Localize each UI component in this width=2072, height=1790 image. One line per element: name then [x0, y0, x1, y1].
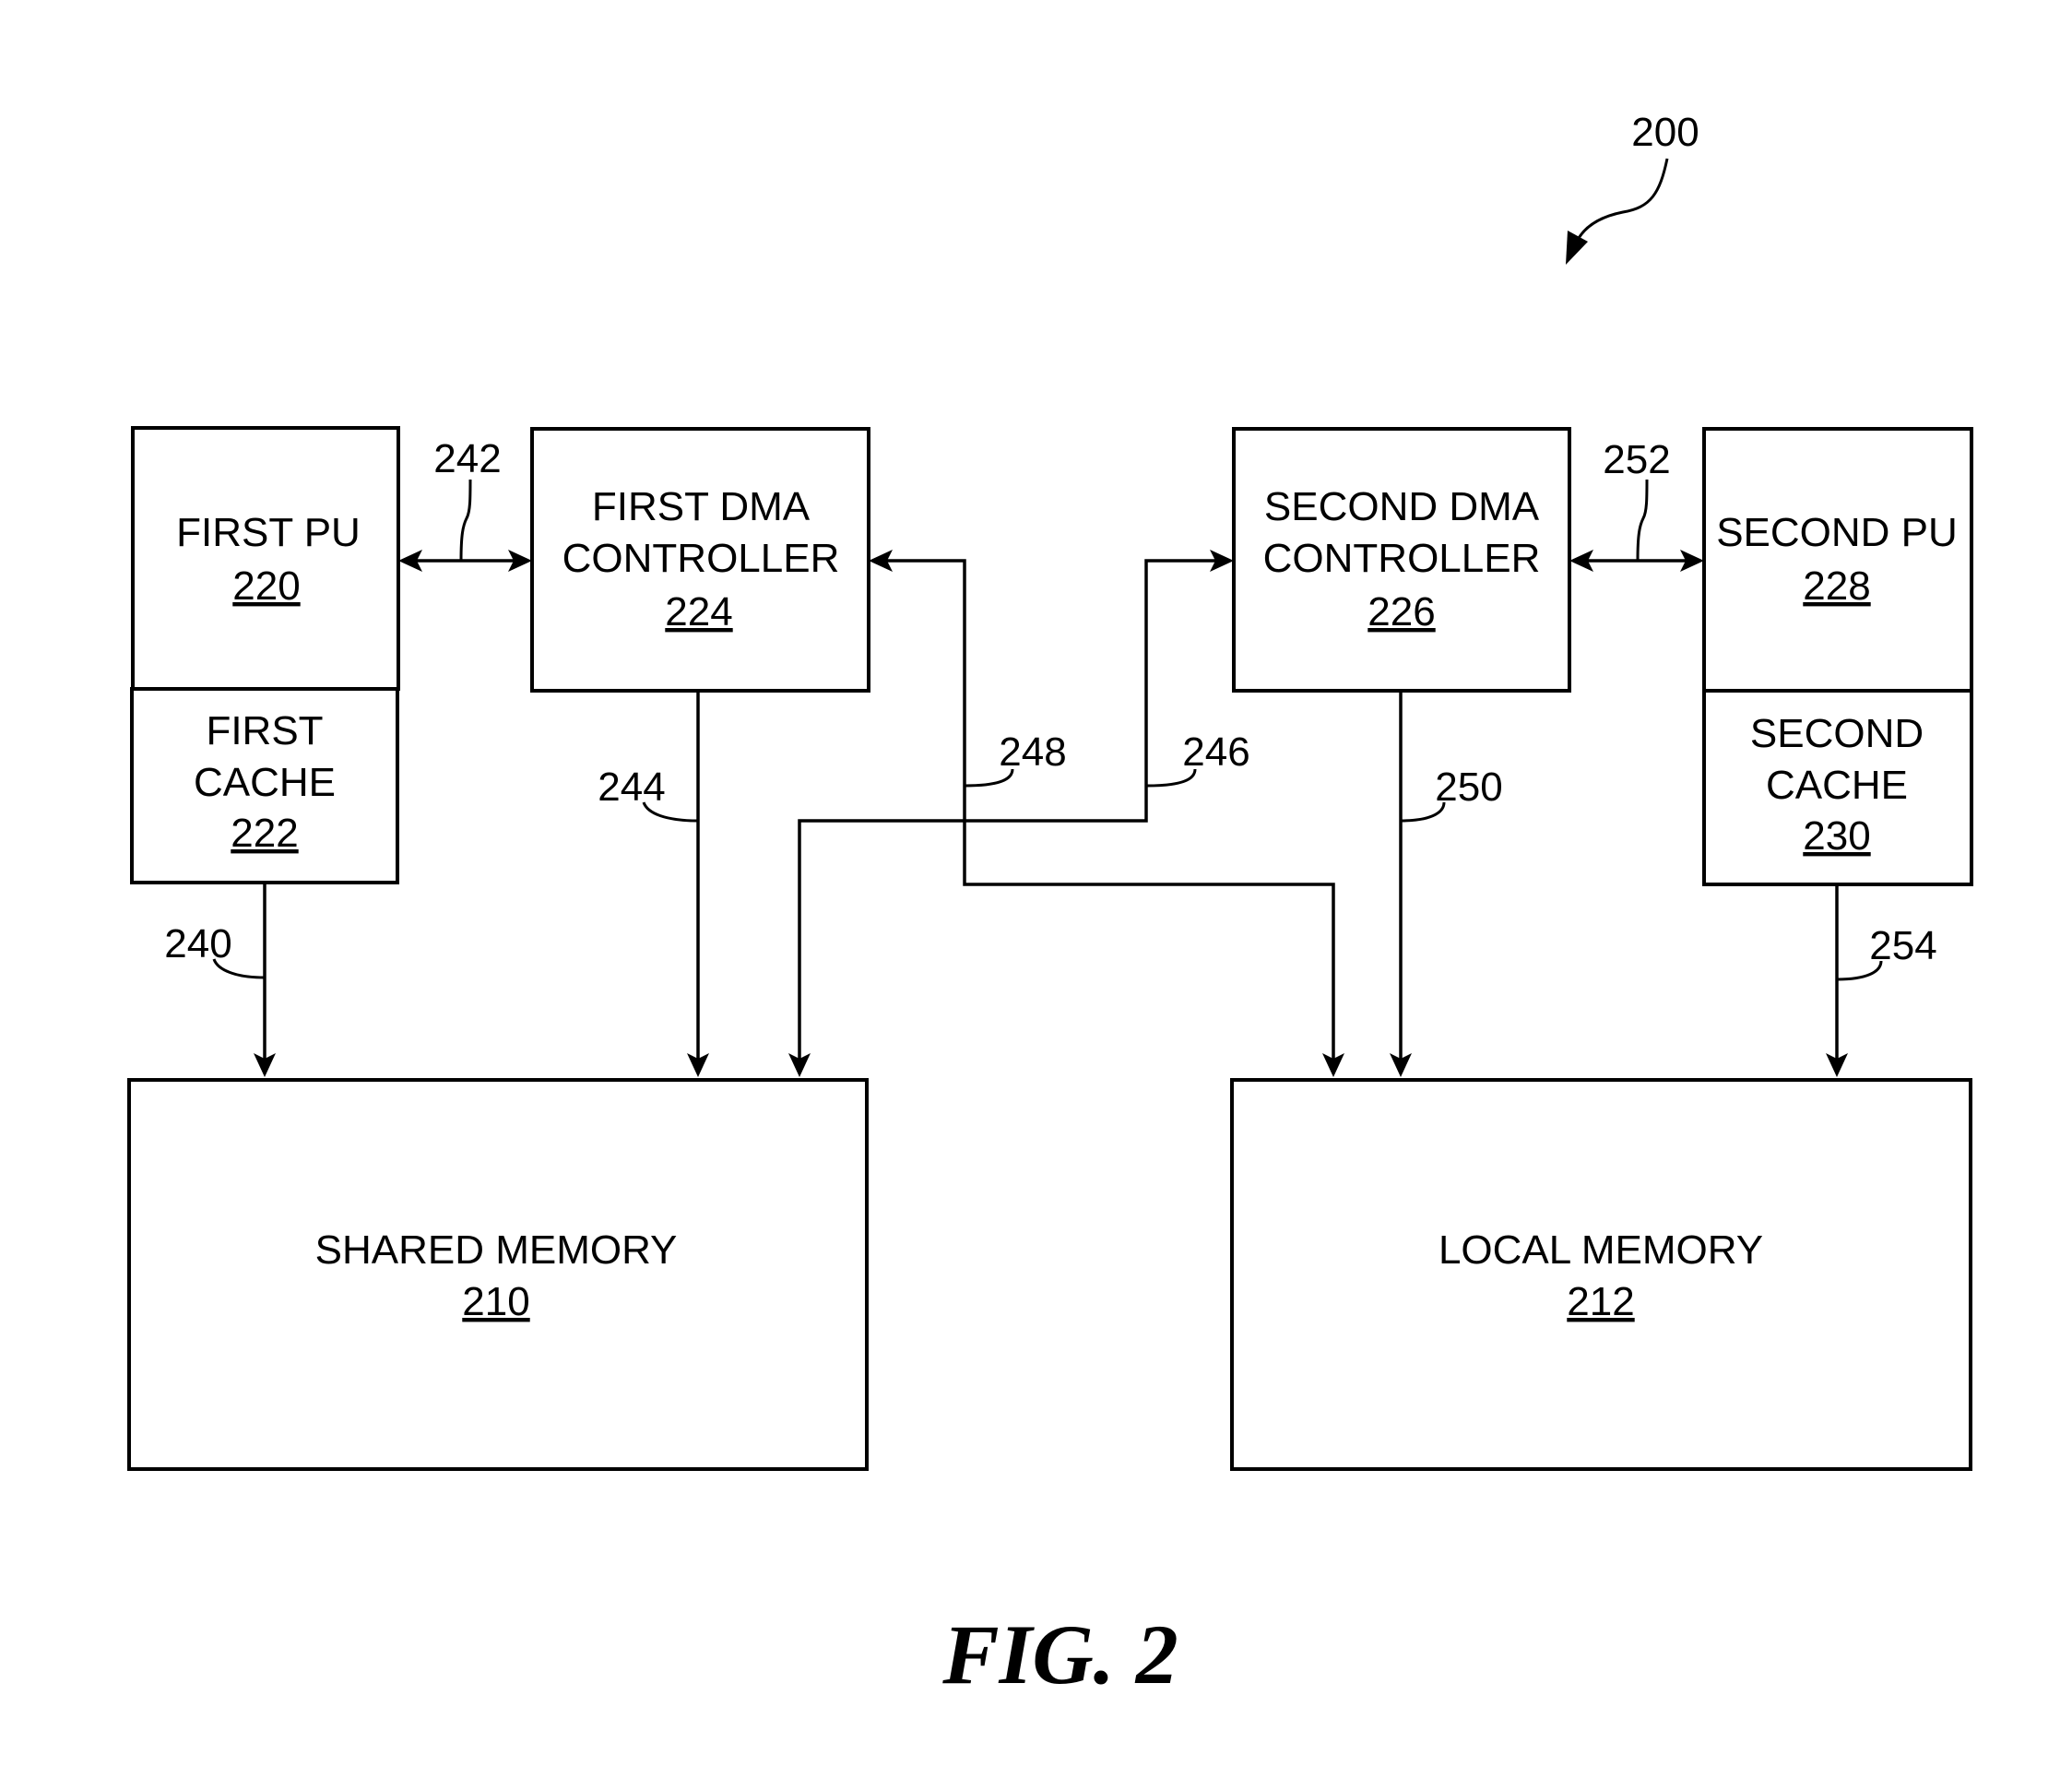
- second-pu-block: SECOND PU 228: [1702, 427, 1973, 693]
- second-dma-label-line1: SECOND DMA: [1264, 484, 1540, 529]
- first-cache-ref: 222: [231, 811, 298, 856]
- connection-label-254: 254: [1869, 923, 1936, 968]
- shared-memory-label: SHARED MEMORY: [315, 1227, 678, 1273]
- connection-250: 250: [1390, 691, 1503, 1077]
- first-cache-block: FIRST CACHE 222: [130, 687, 399, 884]
- connection-label-248: 248: [999, 729, 1066, 775]
- connection-label-244: 244: [598, 765, 665, 810]
- dma-system-diagram: 200 FIRST PU 220 FIRST CACHE 222 FIRST D…: [127, 110, 1973, 1701]
- connection-label-242: 242: [433, 436, 501, 481]
- figure-reference-arrow: [1571, 158, 1669, 252]
- first-dma-label-line2: CONTROLLER: [562, 536, 840, 581]
- first-dma-ref: 224: [665, 589, 732, 634]
- connection-244: 244: [598, 691, 709, 1077]
- first-pu-label: FIRST PU: [176, 510, 361, 555]
- shared-memory-block: SHARED MEMORY 210: [127, 1078, 869, 1471]
- connection-label-246: 246: [1182, 729, 1249, 775]
- first-dma-label-line1: FIRST DMA: [592, 484, 811, 529]
- second-cache-block: SECOND CACHE 230: [1702, 689, 1973, 886]
- local-memory-block: LOCAL MEMORY 212: [1230, 1078, 1972, 1471]
- second-cache-ref: 230: [1803, 813, 1870, 859]
- first-pu-ref: 220: [232, 563, 300, 609]
- first-dma-controller-block: FIRST DMA CONTROLLER 224: [530, 427, 870, 693]
- connection-254: 254: [1826, 884, 1937, 1077]
- second-pu-ref: 228: [1803, 563, 1870, 609]
- connection-label-240: 240: [164, 921, 231, 966]
- first-cache-label-line1: FIRST: [206, 708, 323, 753]
- connection-242: 242: [398, 436, 532, 572]
- figure-reference-number: 200: [1631, 110, 1699, 155]
- local-memory-label: LOCAL MEMORY: [1439, 1227, 1763, 1273]
- second-dma-controller-block: SECOND DMA CONTROLLER 226: [1232, 427, 1571, 693]
- connection-label-252: 252: [1603, 437, 1670, 482]
- figure-reference-arrowhead: [1566, 231, 1588, 265]
- first-pu-block: FIRST PU 220: [131, 426, 400, 691]
- first-cache-label-line2: CACHE: [194, 760, 336, 805]
- connection-252: 252: [1569, 437, 1704, 572]
- connection-label-250: 250: [1435, 765, 1502, 810]
- second-cache-label-line1: SECOND: [1750, 711, 1924, 756]
- second-dma-label-line2: CONTROLLER: [1263, 536, 1541, 581]
- second-dma-ref: 226: [1368, 589, 1435, 634]
- shared-memory-ref: 210: [462, 1279, 529, 1324]
- figure-caption: FIG. 2: [941, 1607, 1178, 1701]
- local-memory-ref: 212: [1567, 1279, 1634, 1324]
- second-pu-label: SECOND PU: [1716, 510, 1958, 555]
- connection-240: 240: [164, 883, 276, 1077]
- second-cache-label-line2: CACHE: [1766, 763, 1908, 808]
